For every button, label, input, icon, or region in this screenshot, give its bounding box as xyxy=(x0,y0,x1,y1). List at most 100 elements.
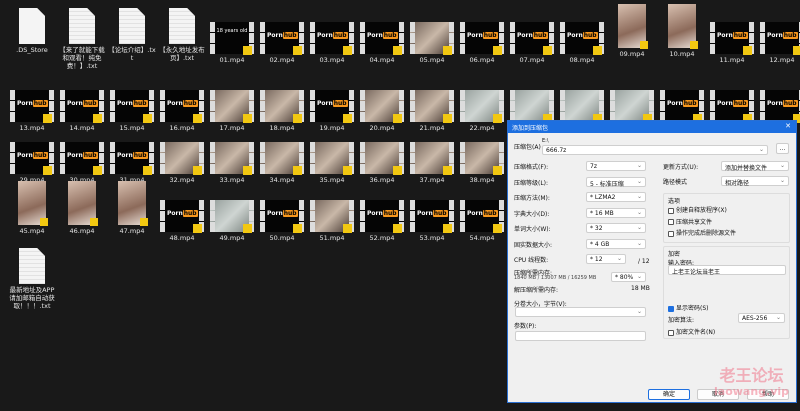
file-name: 16.mp4 xyxy=(169,124,195,132)
file-name: 11.mp4 xyxy=(719,56,745,64)
option-checkbox[interactable]: 操作完成后删除源文件 xyxy=(668,228,736,237)
thumbnail-caption: 18 years old xyxy=(216,28,248,34)
update-mode-combo[interactable]: 添加并替换文件 ⌄ xyxy=(721,161,789,172)
file-item[interactable]: 【永久地址发布页】.txt xyxy=(158,8,206,62)
option-combo[interactable]: 5 - 标准压缩 ⌄ xyxy=(586,176,646,188)
file-name: 【来了就能下载和观看！纯免费！】.txt xyxy=(59,46,105,70)
params-input[interactable] xyxy=(515,331,646,341)
file-item[interactable]: Pornhub 31.mp4 xyxy=(108,142,156,184)
option-combo[interactable]: * 4 GB ⌄ xyxy=(586,238,646,249)
file-item[interactable]: Pornhub 02.mp4 xyxy=(258,22,306,64)
file-item[interactable]: 20.mp4 xyxy=(358,90,406,132)
player-badge-icon xyxy=(343,46,352,55)
encryption-title: 加密 xyxy=(668,251,681,258)
thumbnail-logo: Pornhub xyxy=(567,32,598,39)
mem-percent-value: * 80% xyxy=(615,274,634,281)
option-checkbox[interactable]: 创建自释放程序(X) xyxy=(668,205,727,214)
path-mode-combo[interactable]: 相对路径 ⌄ xyxy=(721,176,789,187)
file-item[interactable]: 17.mp4 xyxy=(208,90,256,132)
player-badge-icon xyxy=(493,224,502,233)
enc-method-combo[interactable]: AES-256 ⌄ xyxy=(738,313,785,323)
browse-button[interactable]: ... xyxy=(776,143,789,154)
file-name: 49.mp4 xyxy=(219,234,245,242)
encrypt-names-checkbox[interactable]: 加密文件名(N) xyxy=(668,327,715,336)
file-name: 12.mp4 xyxy=(769,56,795,64)
option-combo[interactable]: * 16 MB ⌄ xyxy=(586,207,646,218)
archive-name-combo[interactable]: 666.7z ⌄ xyxy=(542,145,768,155)
encrypt-names-label: 加密文件名(N) xyxy=(676,329,716,336)
file-item[interactable]: Pornhub 50.mp4 xyxy=(258,200,306,242)
file-name: 08.mp4 xyxy=(569,56,595,64)
file-item[interactable]: 22.mp4 xyxy=(458,90,506,132)
file-item[interactable]: Pornhub 54.mp4 xyxy=(458,200,506,242)
option-combo[interactable]: * LZMA2 ⌄ xyxy=(586,192,646,202)
file-item[interactable]: Pornhub 53.mp4 xyxy=(408,200,456,242)
ok-button[interactable]: 确定 xyxy=(648,389,690,400)
file-item[interactable]: Pornhub 08.mp4 xyxy=(558,22,606,64)
password-input[interactable]: 上老王论坛当老王 xyxy=(668,265,786,276)
option-label: 字典大小(D): xyxy=(514,210,550,218)
file-item[interactable]: 33.mp4 xyxy=(208,142,256,184)
option-combo[interactable]: * 32 ⌄ xyxy=(586,223,646,233)
show-password-checkbox[interactable]: 显示密码(S) xyxy=(668,303,709,312)
file-item[interactable]: Pornhub 30.mp4 xyxy=(58,142,106,184)
file-name: 37.mp4 xyxy=(419,176,445,184)
video-thumbnail: Pornhub xyxy=(10,90,54,123)
file-item[interactable]: 18 years old 01.mp4 xyxy=(208,22,256,64)
file-name: 15.mp4 xyxy=(119,124,145,132)
player-badge-icon xyxy=(593,46,602,55)
file-item[interactable]: 【论坛介绍】.txt xyxy=(108,8,156,62)
file-item[interactable]: 37.mp4 xyxy=(408,142,456,184)
video-thumbnail: Pornhub xyxy=(760,22,800,55)
file-item[interactable]: 【来了就能下载和观看！纯免费！】.txt xyxy=(58,8,106,70)
file-item[interactable]: Pornhub 29.mp4 xyxy=(8,142,56,184)
file-item[interactable]: 45.mp4 xyxy=(8,181,56,235)
file-item[interactable]: Pornhub 12.mp4 xyxy=(758,22,800,64)
file-item[interactable]: 38.mp4 xyxy=(458,142,506,184)
file-item[interactable]: Pornhub 52.mp4 xyxy=(358,200,406,242)
file-item[interactable]: 最新地址及APP请加邮箱自动获取！！！.txt xyxy=(8,248,56,310)
file-item[interactable]: .DS_Store xyxy=(8,8,56,54)
close-icon[interactable]: ✕ xyxy=(785,122,791,130)
file-item[interactable]: 32.mp4 xyxy=(158,142,206,184)
file-item[interactable]: 46.mp4 xyxy=(58,181,106,235)
dialog-title-bar[interactable]: 添加到压缩包 ✕ xyxy=(508,121,796,133)
player-badge-icon xyxy=(443,224,452,233)
video-thumbnail xyxy=(210,90,254,123)
file-item[interactable]: Pornhub 11.mp4 xyxy=(708,22,756,64)
file-item[interactable]: Pornhub 16.mp4 xyxy=(158,90,206,132)
video-thumbnail: Pornhub xyxy=(660,90,704,123)
volume-combo[interactable]: ⌄ xyxy=(515,307,646,317)
file-item[interactable]: 05.mp4 xyxy=(408,22,456,64)
file-item[interactable]: Pornhub 13.mp4 xyxy=(8,90,56,132)
file-item[interactable]: Pornhub 03.mp4 xyxy=(308,22,356,64)
option-combo[interactable]: 7z ⌄ xyxy=(586,161,646,171)
video-thumbnail xyxy=(560,90,604,123)
file-name: 03.mp4 xyxy=(319,56,345,64)
file-name: 18.mp4 xyxy=(269,124,295,132)
option-combo[interactable]: * 12 ⌄ xyxy=(586,254,626,264)
file-item[interactable]: 47.mp4 xyxy=(108,181,156,235)
thumbnail-logo: Pornhub xyxy=(767,100,798,107)
file-item[interactable]: Pornhub 48.mp4 xyxy=(158,200,206,242)
checkbox-icon xyxy=(668,207,674,214)
file-item[interactable]: 10.mp4 xyxy=(658,4,706,58)
file-item[interactable]: 21.mp4 xyxy=(408,90,456,132)
file-item[interactable]: Pornhub 06.mp4 xyxy=(458,22,506,64)
checkbox-icon xyxy=(668,219,674,225)
file-item[interactable]: Pornhub 04.mp4 xyxy=(358,22,406,64)
file-item[interactable]: 18.mp4 xyxy=(258,90,306,132)
file-item[interactable]: 34.mp4 xyxy=(258,142,306,184)
file-item[interactable]: Pornhub 19.mp4 xyxy=(308,90,356,132)
watermark-cn: 老王论坛 xyxy=(719,366,784,385)
file-item[interactable]: Pornhub 07.mp4 xyxy=(508,22,556,64)
file-item[interactable]: 51.mp4 xyxy=(308,200,356,242)
file-item[interactable]: Pornhub 14.mp4 xyxy=(58,90,106,132)
option-checkbox[interactable]: 压缩共享文件 xyxy=(668,217,712,226)
file-item[interactable]: Pornhub 15.mp4 xyxy=(108,90,156,132)
file-item[interactable]: 36.mp4 xyxy=(358,142,406,184)
file-item[interactable]: 49.mp4 xyxy=(208,200,256,242)
file-item[interactable]: 09.mp4 xyxy=(608,4,656,58)
mem-percent-combo[interactable]: * 80% ⌄ xyxy=(611,272,646,282)
file-item[interactable]: 35.mp4 xyxy=(308,142,356,184)
